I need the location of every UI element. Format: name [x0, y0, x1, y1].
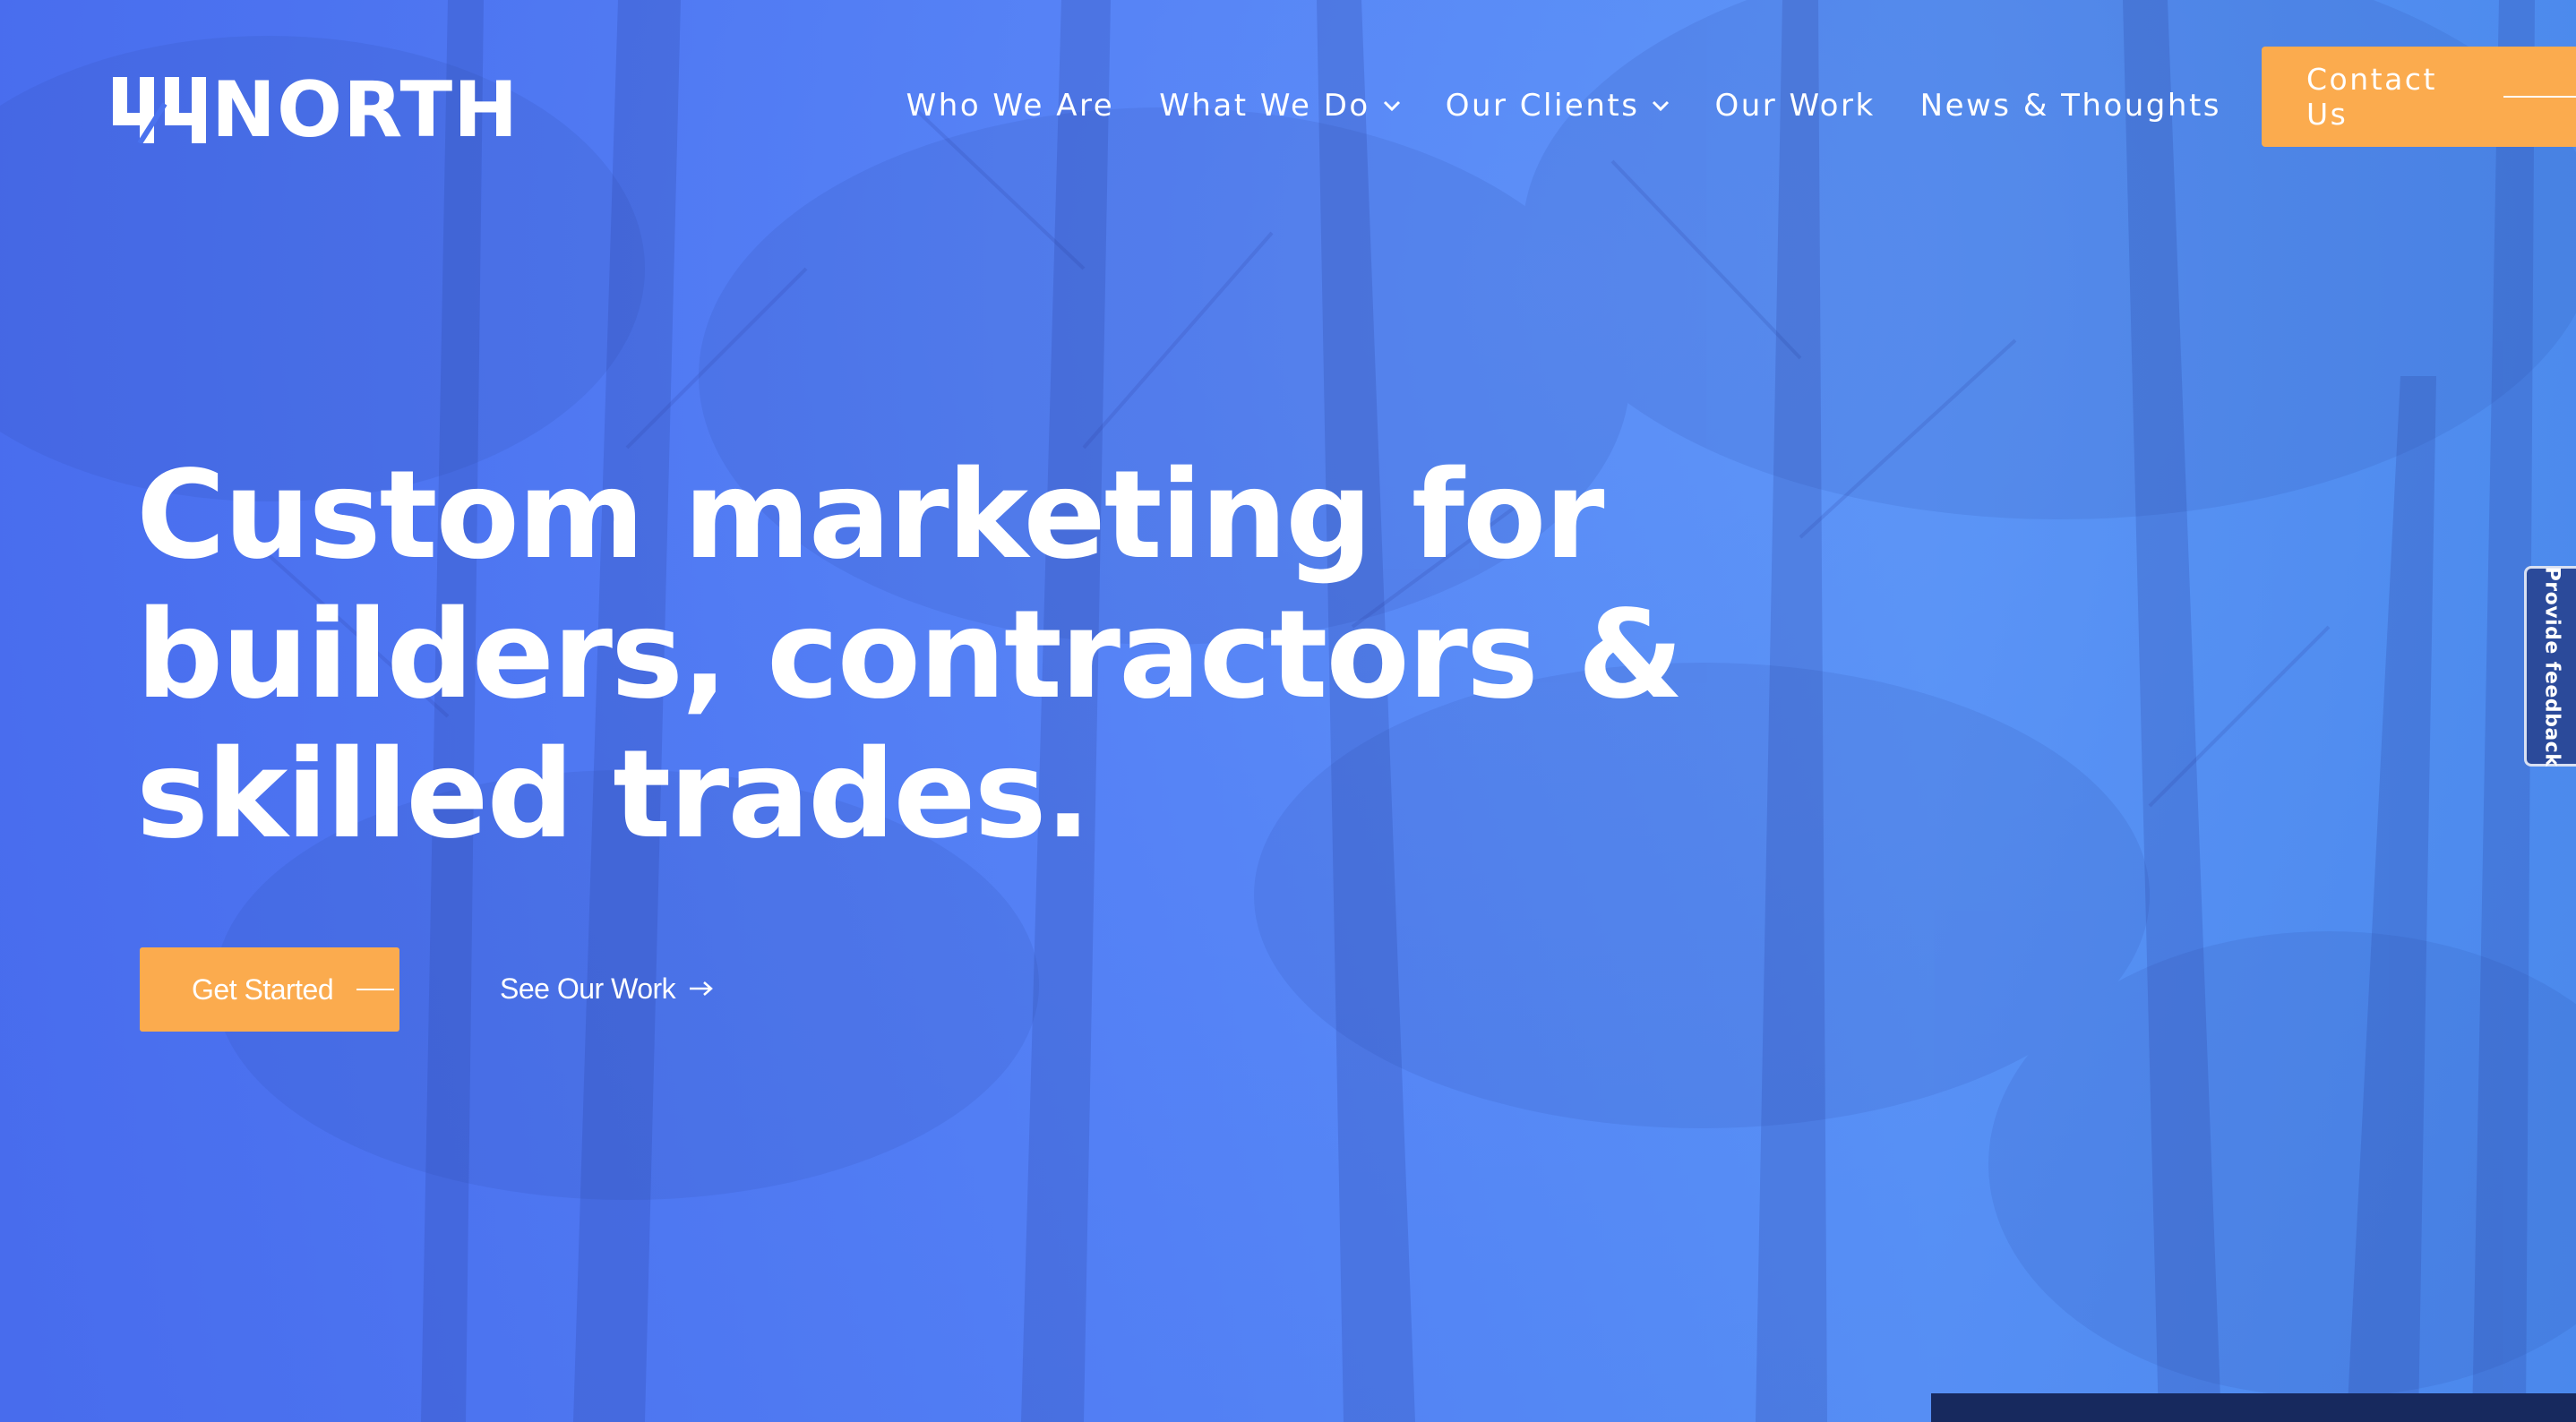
nav-item-our-clients[interactable]: Our Clients [1446, 88, 1670, 124]
brand-logo[interactable]: NORTH [109, 65, 519, 155]
see-our-work-link[interactable]: See Our Work [500, 969, 715, 1008]
contact-us-button[interactable]: Contact Us [2262, 47, 2576, 147]
see-our-work-label: See Our Work [500, 972, 676, 1005]
nav-item-news-thoughts[interactable]: News & Thoughts [1920, 88, 2221, 124]
nav-item-what-we-do[interactable]: What We Do [1159, 88, 1400, 124]
arrow-right-icon [690, 981, 714, 996]
provide-feedback-tab[interactable]: Provide feedback [2524, 566, 2576, 767]
headline-line: Custom marketing for [136, 445, 1605, 587]
logo-text: NORTH [211, 65, 519, 155]
headline-line: skilled trades. [136, 724, 1091, 866]
chevron-down-icon [1383, 100, 1400, 112]
nav-item-label: What We Do [1159, 88, 1370, 124]
nav-item-label: Our Clients [1445, 88, 1640, 124]
nav-item-our-work[interactable]: Our Work [1714, 88, 1875, 124]
feedback-label: Provide feedback [2540, 566, 2563, 767]
button-line-decoration [356, 989, 395, 990]
logo-44-mark [113, 77, 206, 143]
button-line-decoration [2503, 96, 2576, 98]
main-nav: Who We Are What We Do Our Clients Our Wo… [906, 88, 2221, 124]
nav-item-label: Our Work [1714, 88, 1876, 124]
nav-item-label: News & Thoughts [1919, 88, 2221, 124]
nav-item-label: Who We Are [906, 88, 1115, 124]
chevron-down-icon [1653, 100, 1670, 112]
get-started-label: Get Started [192, 972, 334, 1006]
hero-headline: Custom marketing for builders, contracto… [136, 446, 1838, 865]
contact-us-label: Contact Us [2306, 62, 2437, 132]
headline-line: builders, contractors & [136, 585, 1684, 726]
bottom-dark-strip [1931, 1393, 2576, 1422]
nav-item-who-we-are[interactable]: Who We Are [906, 88, 1115, 124]
get-started-button[interactable]: Get Started [140, 947, 399, 1032]
